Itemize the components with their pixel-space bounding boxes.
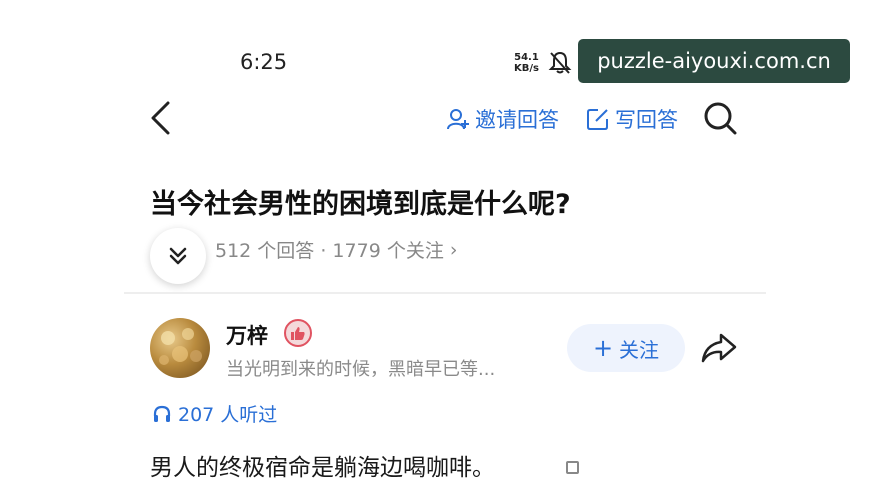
net-speed-unit: KB/s [514,63,539,74]
search-icon [704,102,737,135]
write-answer-label: 写回答 [615,108,678,132]
author-name[interactable]: 万梓 [226,320,268,350]
share-button[interactable] [700,332,738,368]
checkbox-icon [566,461,579,474]
follow-label: 关注 [619,337,660,362]
follow-button[interactable]: + 关注 [567,324,685,372]
watermark-banner: puzzle-aiyouxi.com.cn [578,39,850,83]
edit-icon [587,109,608,130]
plus-icon: + [592,334,614,362]
chevron-right-icon: › [449,238,458,261]
listen-count-label: 207 人听过 [178,404,278,426]
status-time: 6:25 [240,50,288,74]
listen-count[interactable]: 207 人听过 [152,400,277,427]
back-button[interactable] [148,100,174,140]
chevron-left-icon [151,101,170,135]
avatar[interactable] [150,318,210,378]
question-stats: 512 个回答 · 1779 个关注 [215,240,444,262]
write-answer-button[interactable]: 写回答 [586,104,678,134]
invite-answer-label: 邀请回答 [475,108,559,132]
question-title: 当今社会男性的困境到底是什么呢? [150,189,571,220]
bell-mute-icon [548,50,572,80]
divider [124,292,766,294]
share-arrow-icon [701,333,737,363]
invite-answer-button[interactable]: 邀请回答 [446,104,559,134]
headphones-icon [153,405,171,422]
thumbs-up-badge-icon [284,319,312,347]
question-stats-link[interactable]: 512 个回答 · 1779 个关注 › [215,236,457,263]
net-speed-value: 54.1 [514,52,539,63]
double-chevron-down-icon [169,247,187,265]
search-button[interactable] [702,100,738,140]
invite-user-icon [447,109,469,130]
author-bio: 当光明到来的时候，黑暗早已等... [226,359,496,380]
answer-text: 男人的终极宿命是躺海边喝咖啡。 [150,455,495,481]
collapse-button[interactable] [150,228,206,284]
net-speed: 54.1 KB/s [514,52,539,74]
